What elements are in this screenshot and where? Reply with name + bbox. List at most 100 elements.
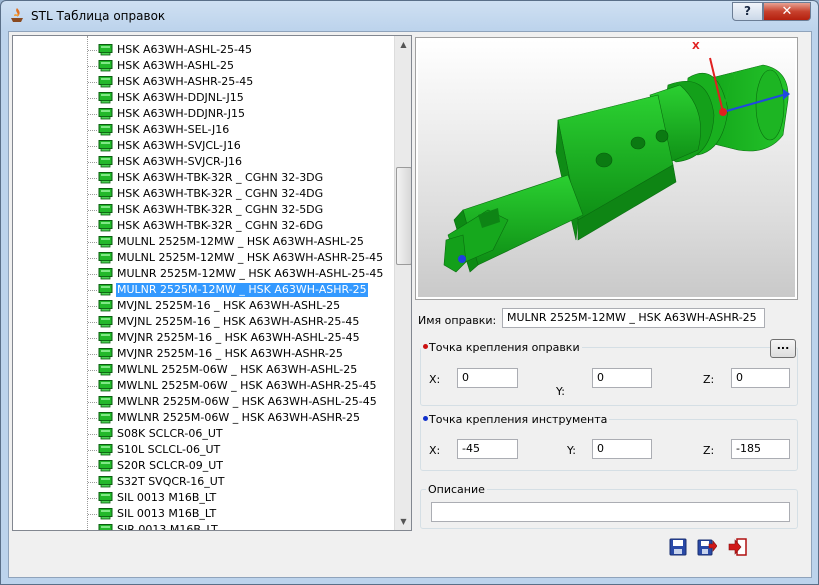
- holder-node-icon: [98, 92, 113, 104]
- title-bar[interactable]: STL Таблица оправок ? ✕: [1, 1, 818, 31]
- tree-item[interactable]: HSK A63WH-TBK-32R _ CGHN 32-6DG: [13, 218, 393, 234]
- holder-name-field[interactable]: MULNR 2525M-12MW _ HSK A63WH-ASHR-25: [502, 308, 765, 328]
- holder-node-icon: [98, 44, 113, 56]
- tree-item[interactable]: MULNR 2525M-12MW _ HSK A63WH-ASHR-25: [13, 282, 393, 298]
- tree-item[interactable]: MVJNL 2525M-16 _ HSK A63WH-ASHR-25-45: [13, 314, 393, 330]
- tree-item[interactable]: S20R SCLCR-09_UT: [13, 458, 393, 474]
- scroll-up-icon[interactable]: ▲: [395, 36, 411, 53]
- holder-node-icon: [98, 124, 113, 136]
- tree-item[interactable]: HSK A63WH-ASHL-25: [13, 58, 393, 74]
- tree-item[interactable]: HSK A63WH-SVJCL-J16: [13, 138, 393, 154]
- scroll-thumb[interactable]: [396, 167, 411, 265]
- tool-z-field[interactable]: -185: [731, 439, 790, 459]
- tree-item-label: S20R SCLCR-09_UT: [117, 459, 224, 472]
- tree-item[interactable]: MVJNL 2525M-16 _ HSK A63WH-ASHL-25: [13, 298, 393, 314]
- holder-node-icon: [98, 284, 113, 296]
- holder-y-field[interactable]: 0: [592, 368, 652, 388]
- tree-item-label: SIR 0013 M16B_LT: [117, 523, 218, 531]
- tree-item-label: MULNL 2525M-12MW _ HSK A63WH-ASHL-25: [117, 235, 364, 248]
- description-title: Описание: [426, 483, 487, 496]
- tree-item[interactable]: MULNR 2525M-12MW _ HSK A63WH-ASHL-25-45: [13, 266, 393, 282]
- tree-scrollbar[interactable]: ▲ ▼: [394, 36, 411, 530]
- tree-item[interactable]: SIR 0013 M16B_LT: [13, 522, 393, 531]
- tree-branch-line: [88, 50, 97, 51]
- tree-item-label: MWLNL 2525M-06W _ HSK A63WH-ASHL-25: [117, 363, 358, 376]
- blue-dot-icon: [423, 416, 428, 421]
- tree-item[interactable]: HSK A63WH-SVJCR-J16: [13, 154, 393, 170]
- tree-item[interactable]: MVJNR 2525M-16 _ HSK A63WH-ASHL-25-45: [13, 330, 393, 346]
- tree-item[interactable]: HSK A63WH-TBK-32R _ CGHN 32-4DG: [13, 186, 393, 202]
- tree-item[interactable]: HSK A63WH-ASHL-25-45: [13, 42, 393, 58]
- holder-node-icon: [98, 492, 113, 504]
- exit-icon[interactable]: [728, 537, 748, 557]
- red-dot-icon: [423, 344, 428, 349]
- app-flame-icon: [11, 8, 23, 22]
- save-as-icon[interactable]: [697, 537, 717, 557]
- tree-item[interactable]: SIL 0013 M16B_LT: [13, 490, 393, 506]
- tree-item[interactable]: MULNL 2525M-12MW _ HSK A63WH-ASHR-25-45: [13, 250, 393, 266]
- tree-branch-line: [88, 450, 97, 451]
- tree-item-label: HSK A63WH-TBK-32R _ CGHN 32-4DG: [117, 187, 324, 200]
- tree-item[interactable]: HSK A63WH-ASHR-25-45: [13, 74, 393, 90]
- help-button[interactable]: ?: [732, 2, 763, 21]
- holder-node-icon: [98, 236, 113, 248]
- model-preview[interactable]: X Y: [415, 37, 798, 300]
- holder-node-icon: [98, 108, 113, 120]
- holder-node-icon: [98, 156, 113, 168]
- description-field[interactable]: [431, 502, 790, 522]
- tree-item[interactable]: HSK A63WH-SEL-J16: [13, 122, 393, 138]
- tree-item[interactable]: HSK A63WH-TBK-32R _ CGHN 32-3DG: [13, 170, 393, 186]
- tree-item[interactable]: HSK A63WH-TBK-32R _ CGHN 32-5DG: [13, 202, 393, 218]
- holder-x-label: X:: [429, 373, 441, 386]
- holder-node-icon: [98, 252, 113, 264]
- tree-item-label: MULNR 2525M-12MW _ HSK A63WH-ASHL-25-45: [117, 267, 384, 280]
- tree-item[interactable]: MWLNR 2525M-06W _ HSK A63WH-ASHL-25-45: [13, 394, 393, 410]
- tree-item[interactable]: S32T SVQCR-16_UT: [13, 474, 393, 490]
- tree-branch-line: [88, 130, 97, 131]
- tree-item[interactable]: MULNL 2525M-12MW _ HSK A63WH-ASHL-25: [13, 234, 393, 250]
- holder-node-icon: [98, 412, 113, 424]
- close-button[interactable]: ✕: [763, 2, 811, 21]
- tree-branch-line: [88, 146, 97, 147]
- tree-item[interactable]: MWLNL 2525M-06W _ HSK A63WH-ASHR-25-45: [13, 378, 393, 394]
- tree-branch-line: [88, 514, 97, 515]
- holder-node-icon: [98, 444, 113, 456]
- holder-node-icon: [98, 316, 113, 328]
- tree-item-label: MVJNL 2525M-16 _ HSK A63WH-ASHL-25: [117, 299, 341, 312]
- tree-item[interactable]: S10L SCLCL-06_UT: [13, 442, 393, 458]
- tree-item[interactable]: HSK A63WH-DDJNL-J15: [13, 90, 393, 106]
- dialog-client: HSK A63WH-ASHL-25-45 HSK A63WH-ASHL-25 HSK…: [8, 31, 812, 578]
- tree-item[interactable]: MVJNR 2525M-16 _ HSK A63WH-ASHR-25: [13, 346, 393, 362]
- holder-name-label: Имя оправки:: [418, 314, 497, 327]
- tool-y-field[interactable]: 0: [592, 439, 652, 459]
- tree-branch-line: [88, 210, 97, 211]
- browse-button[interactable]: ...: [770, 339, 796, 358]
- holder-node-icon: [98, 268, 113, 280]
- tree-item[interactable]: HSK A63WH-DDJNR-J15: [13, 106, 393, 122]
- tree-item[interactable]: S08K SCLCR-06_UT: [13, 426, 393, 442]
- holder-x-field[interactable]: 0: [457, 368, 518, 388]
- axis-y-label: Y: [732, 72, 738, 82]
- tree-branch-line: [88, 530, 97, 531]
- holder-node-icon: [98, 188, 113, 200]
- holder-tree[interactable]: HSK A63WH-ASHL-25-45 HSK A63WH-ASHL-25 HSK…: [12, 35, 412, 531]
- tree-branch-line: [88, 386, 97, 387]
- tree-branch-line: [88, 306, 97, 307]
- tree-branch-line: [88, 370, 97, 371]
- tree-item[interactable]: SIL 0013 M16B_LT: [13, 506, 393, 522]
- holder-node-icon: [98, 140, 113, 152]
- save-icon[interactable]: [668, 537, 688, 557]
- tree-item-label: HSK A63WH-TBK-32R _ CGHN 32-3DG: [117, 171, 324, 184]
- tool-x-field[interactable]: -45: [457, 439, 518, 459]
- holder-node-icon: [98, 380, 113, 392]
- tree-item-label: MVJNR 2525M-16 _ HSK A63WH-ASHL-25-45: [117, 331, 360, 344]
- holder-node-icon: [98, 508, 113, 520]
- tree-item[interactable]: MWLNL 2525M-06W _ HSK A63WH-ASHL-25: [13, 362, 393, 378]
- tree-item-label: HSK A63WH-TBK-32R _ CGHN 32-5DG: [117, 203, 324, 216]
- holder-z-field[interactable]: 0: [731, 368, 790, 388]
- tree-item-label: MULNL 2525M-12MW _ HSK A63WH-ASHR-25-45: [117, 251, 384, 264]
- scroll-down-icon[interactable]: ▼: [395, 513, 411, 530]
- tree-item-label: HSK A63WH-DDJNR-J15: [117, 107, 246, 120]
- tree-item[interactable]: MWLNR 2525M-06W _ HSK A63WH-ASHR-25: [13, 410, 393, 426]
- tool-y-label: Y:: [567, 444, 576, 457]
